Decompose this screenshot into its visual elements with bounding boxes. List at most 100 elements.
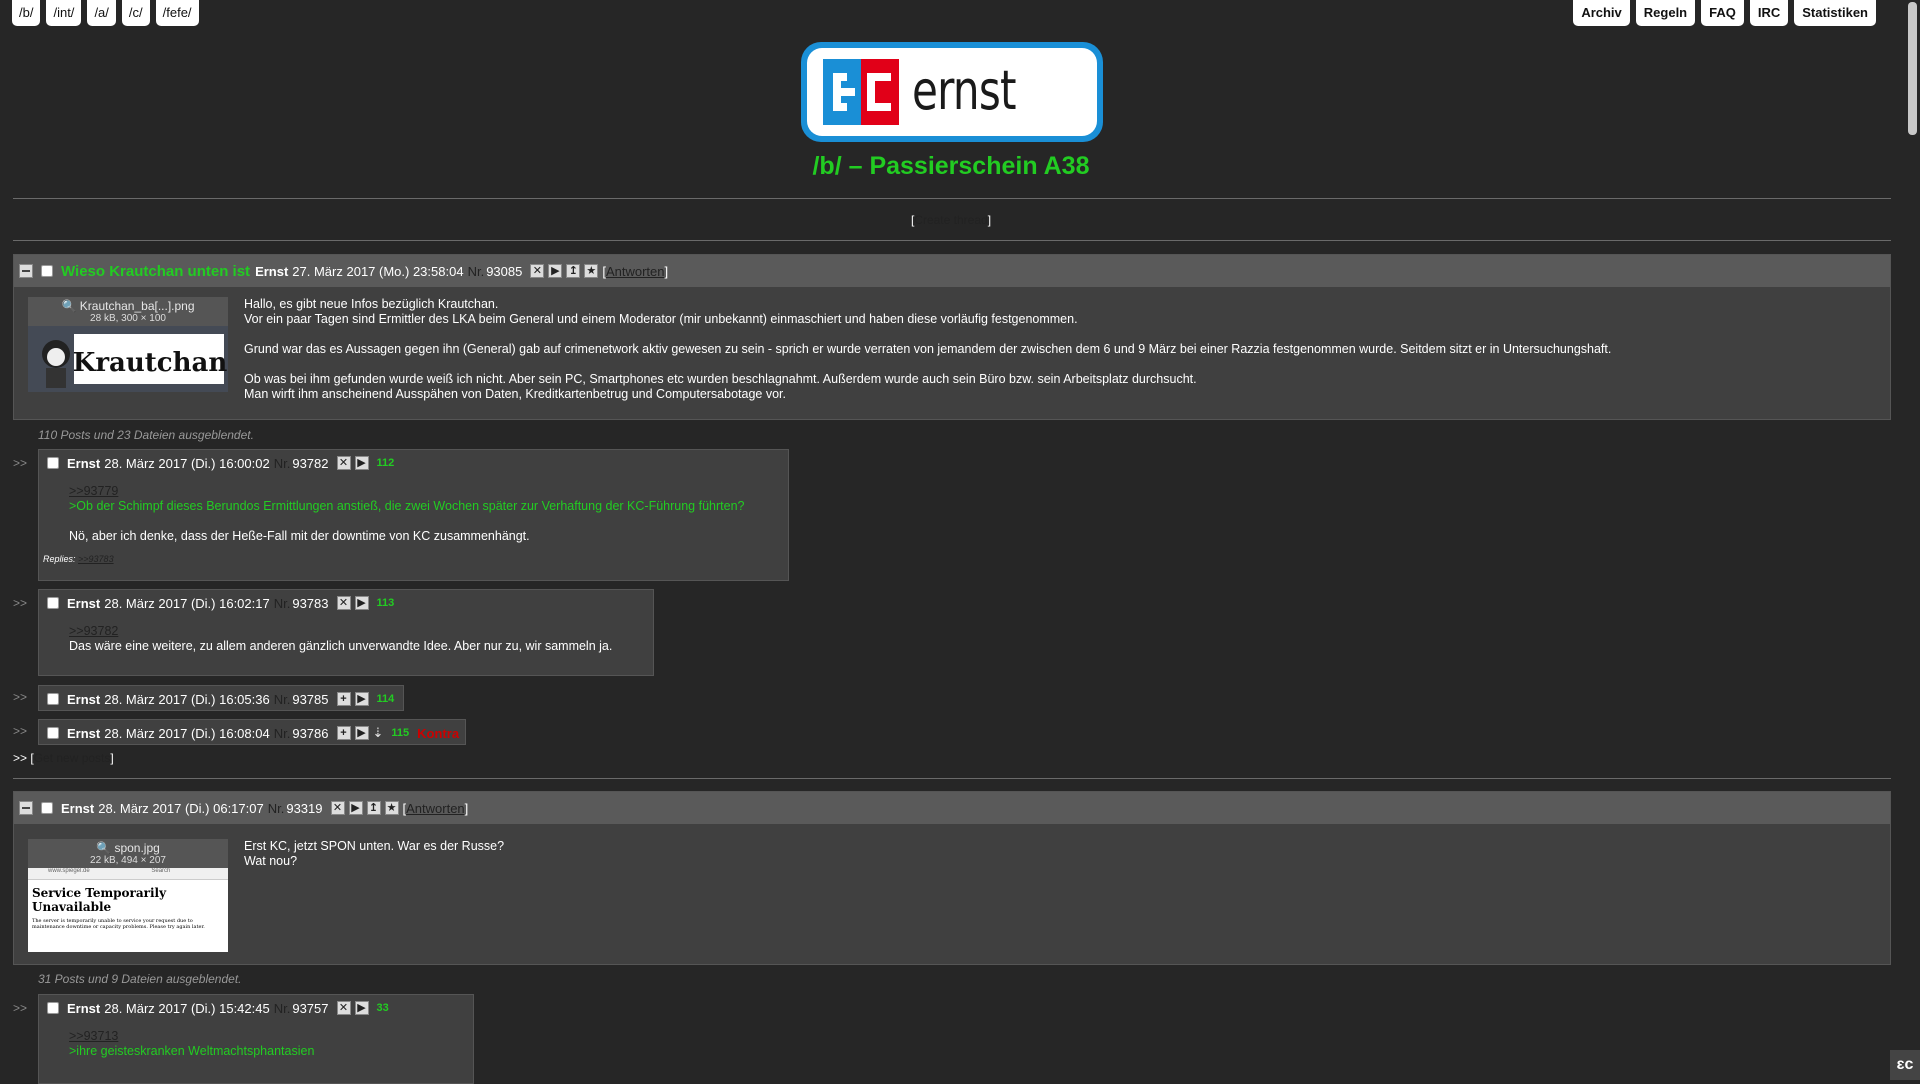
post-number[interactable]: 93785: [292, 692, 328, 707]
screenshot-title: Service Temporarily Unavailable: [32, 886, 167, 914]
poster-name: Ernst: [67, 691, 101, 707]
post-date: 28. März 2017 (Di.) 16:00:02: [104, 455, 270, 471]
poster-name: Ernst: [67, 725, 101, 741]
file-name[interactable]: 🔍 Krautchan_ba[...].png: [28, 297, 228, 313]
post-number[interactable]: 93782: [292, 456, 328, 471]
poster-name: Ernst: [67, 455, 101, 471]
file-name[interactable]: 🔍 spon.jpg: [28, 839, 228, 855]
play-icon[interactable]: ▶: [354, 1001, 369, 1015]
reply-text: Das wäre eine weitere, zu allem anderen …: [69, 639, 613, 653]
delete-icon[interactable]: ✕: [336, 1001, 351, 1015]
backlink[interactable]: >>93783: [78, 554, 114, 564]
zoom-icon[interactable]: 🔍: [96, 841, 111, 855]
nav-regeln[interactable]: Regeln: [1635, 0, 1696, 26]
post-checkbox[interactable]: [47, 597, 59, 609]
post-checkbox[interactable]: [47, 727, 59, 739]
post-checkbox[interactable]: [47, 693, 59, 705]
post-number[interactable]: 93783: [292, 596, 328, 611]
post-checkbox[interactable]: [47, 1002, 59, 1014]
delete-icon[interactable]: ✕: [336, 596, 351, 610]
play-icon[interactable]: ▶: [348, 801, 363, 815]
post-number-label: Nr.: [273, 691, 291, 707]
nav-statistiken[interactable]: Statistiken: [1794, 0, 1876, 26]
post-paragraph: Erst KC, jetzt SPON unten. War es der Ru…: [244, 839, 505, 853]
post-date: 28. März 2017 (Di.) 06:17:07: [98, 800, 264, 816]
reply-post-collapsed: Ernst 28. März 2017 (Di.) 16:08:04 Nr. 9…: [38, 719, 466, 745]
quote-link[interactable]: >>93713: [69, 1029, 118, 1043]
post-date: 28. März 2017 (Di.) 15:42:45: [104, 1000, 270, 1016]
reply-header: Ernst 28. März 2017 (Di.) 16:08:04 Nr. 9…: [39, 720, 465, 746]
reply-link[interactable]: Antworten: [406, 801, 465, 816]
file-thumbnail[interactable]: Krautchan: [28, 326, 228, 392]
post-checkbox[interactable]: [41, 802, 53, 814]
expand-icon[interactable]: +: [336, 726, 351, 740]
file-thumbnail[interactable]: www.spiegel.de Search Service Temporaril…: [28, 868, 228, 952]
post-paragraph: Hallo, es gibt neue Infos bezüglich Krau…: [244, 297, 499, 311]
site-logo[interactable]: ernst chan: [801, 42, 1103, 142]
screenshot-url: www.spiegel.de: [48, 868, 90, 874]
play-icon[interactable]: ▶: [548, 264, 563, 278]
file-attachment: 🔍 spon.jpg 22 kB, 494 × 207 www.spiegel.…: [28, 839, 228, 952]
backlinks: Replies: >>93783: [39, 554, 788, 564]
post-number[interactable]: 93786: [292, 726, 328, 741]
post-checkbox[interactable]: [47, 457, 59, 469]
poster-name: Ernst: [67, 595, 101, 611]
play-icon[interactable]: ▶: [354, 596, 369, 610]
divider: [13, 778, 1891, 779]
nav-faq[interactable]: FAQ: [1701, 0, 1744, 26]
get-new-arrow: >>: [13, 751, 28, 765]
star-icon[interactable]: ★: [584, 264, 599, 278]
post-number-label: Nr.: [273, 455, 291, 471]
play-icon[interactable]: ▶: [354, 692, 369, 706]
post-number-label: Nr.: [273, 595, 291, 611]
delete-icon[interactable]: ✕: [336, 456, 351, 470]
quote-link[interactable]: >>93782: [69, 624, 118, 638]
play-icon[interactable]: ▶: [354, 456, 369, 470]
post-message: Erst KC, jetzt SPON unten. War es der Ru…: [244, 839, 504, 884]
scrollbar[interactable]: [1904, 0, 1920, 1080]
screenshot-search: Search: [151, 868, 171, 874]
post-paragraph: Vor ein paar Tagen sind Ermittler des LK…: [244, 312, 1078, 326]
top-navigation: /b/ /int/ /a/ /c/ /fefe/ Archiv Regeln F…: [0, 0, 1920, 30]
nav-board-int[interactable]: /int/: [46, 0, 82, 26]
post-number[interactable]: 93085: [486, 264, 522, 279]
nav-board-fefe[interactable]: /fefe/: [155, 0, 199, 26]
hide-thread-icon[interactable]: [19, 801, 33, 815]
post-checkbox[interactable]: [41, 265, 53, 277]
reply-header: Ernst 28. März 2017 (Di.) 15:42:45 Nr. 9…: [39, 995, 473, 1021]
nav-archiv[interactable]: Archiv: [1573, 0, 1630, 26]
pin-icon[interactable]: ↥: [566, 264, 581, 278]
post-number[interactable]: 93319: [286, 801, 322, 816]
greentext: >ihre geisteskranken Weltmachtsphantasie…: [69, 1044, 315, 1058]
get-new-posts-link[interactable]: Get new posts: [34, 751, 111, 765]
scrollbar-thumb[interactable]: [1908, 2, 1917, 135]
post-date: 28. März 2017 (Di.) 16:02:17: [104, 595, 270, 611]
nav-board-c[interactable]: /c/: [121, 0, 150, 26]
site-nav: Archiv Regeln FAQ IRC Statistiken: [1573, 0, 1882, 26]
screenshot-browser-bar: www.spiegel.de Search: [28, 868, 228, 880]
divider: [13, 240, 1891, 241]
play-icon[interactable]: ▶: [354, 726, 369, 740]
download-icon[interactable]: ⇣: [373, 725, 384, 741]
pin-icon[interactable]: ↥: [366, 801, 381, 815]
nav-board-b[interactable]: /b/: [12, 0, 41, 26]
hide-thread-icon[interactable]: [19, 264, 33, 278]
kontra-flag: Kontra: [417, 725, 460, 741]
zoom-icon[interactable]: 🔍: [61, 299, 76, 313]
post-number[interactable]: 93757: [292, 1001, 328, 1016]
reply-message: >>93782 Das wäre eine weitere, zu allem …: [39, 616, 653, 654]
delete-icon[interactable]: ✕: [530, 264, 545, 278]
post-number-label: Nr.: [267, 800, 285, 816]
star-icon[interactable]: ★: [384, 801, 399, 815]
reply-link[interactable]: Antworten: [606, 264, 665, 279]
nav-irc[interactable]: IRC: [1749, 0, 1789, 26]
ec-corner-badge[interactable]: ɛc: [1890, 1050, 1920, 1080]
expand-icon[interactable]: +: [336, 692, 351, 706]
file-info: 22 kB, 494 × 207: [28, 855, 228, 868]
delete-icon[interactable]: ✕: [330, 801, 345, 815]
reply-arrow: >>: [13, 1001, 28, 1015]
create-thread-link[interactable]: Create thread: [914, 213, 987, 227]
nav-board-a[interactable]: /a/: [87, 0, 116, 26]
quote-link[interactable]: >>93779: [69, 484, 118, 498]
greentext: >Ob der Schimpf dieses Berundos Ermittlu…: [69, 499, 745, 513]
